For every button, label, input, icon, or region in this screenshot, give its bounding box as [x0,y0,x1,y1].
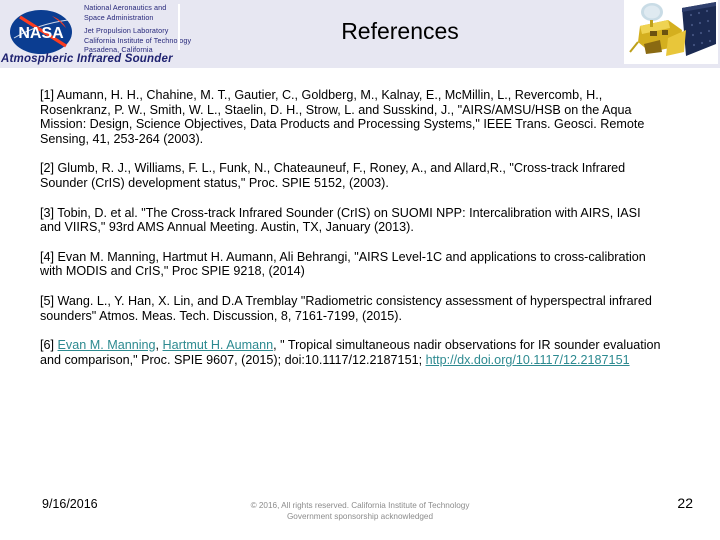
reference-link[interactable]: Hartmut H. Aumann [163,338,274,352]
reference-text: [5] Wang. L., Y. Han, X. Lin, and D.A Tr… [40,293,652,323]
nasa-logo-wordmark: NASA [18,25,64,42]
slide-header-band: NASA National Aeronautics and Space Admi… [0,0,720,68]
reference-text: , [155,338,163,353]
reference-link[interactable]: http://dx.doi.org/10.1117/12.2187151 [426,353,630,367]
reference-item-ref-1: [1] Aumann, H. H., Chahine, M. T., Gauti… [40,88,665,146]
reference-text: [1] Aumann, H. H., Chahine, M. T., Gauti… [40,88,645,146]
agency-line-2: Space Administration [84,12,154,22]
reference-item-ref-2: [2] Glumb, R. J., Williams, F. L., Funk,… [40,161,665,190]
nasa-logo-icon: NASA [10,10,72,54]
program-banner: Atmospheric Infrared Sounder [1,53,173,65]
reference-item-ref-5: [5] Wang. L., Y. Han, X. Lin, and D.A Tr… [40,294,665,323]
reference-item-ref-3: [3] Tobin, D. et al. "The Cross-track In… [40,206,665,235]
page-number: 22 [677,495,693,511]
agency-address-block: National Aeronautics and Space Administr… [84,3,192,55]
agency-line-4: California Institute of Technology [84,35,192,45]
page-title: References [341,18,459,44]
reference-item-ref-6: [6] Evan M. Manning, Hartmut H. Aumann, … [40,338,665,367]
agency-line-1: National Aeronautics and [84,3,167,12]
reference-text: [2] Glumb, R. J., Williams, F. L., Funk,… [40,161,626,190]
footer-copyright: © 2016, All rights reserved. California … [160,500,560,522]
footer-copyright-line-2: Government sponsorship acknowledged [286,512,434,521]
reference-text: [4] Evan M. Manning, Hartmut H. Aumann, … [40,249,646,279]
reference-link[interactable]: Evan M. Manning [58,338,156,352]
aqua-satellite-icon [624,0,718,64]
reference-text: [3] Tobin, D. et al. "The Cross-track In… [40,205,641,235]
references-list: [1] Aumann, H. H., Chahine, M. T., Gauti… [40,88,665,367]
reference-item-ref-4: [4] Evan M. Manning, Hartmut H. Aumann, … [40,250,665,279]
footer-copyright-line-1: © 2016, All rights reserved. California … [250,501,470,510]
agency-line-3: Jet Propulsion Laboratory [84,26,169,36]
header-vertical-divider [178,4,180,50]
reference-text: [6] [40,338,58,353]
footer-date: 9/16/2016 [42,497,98,511]
